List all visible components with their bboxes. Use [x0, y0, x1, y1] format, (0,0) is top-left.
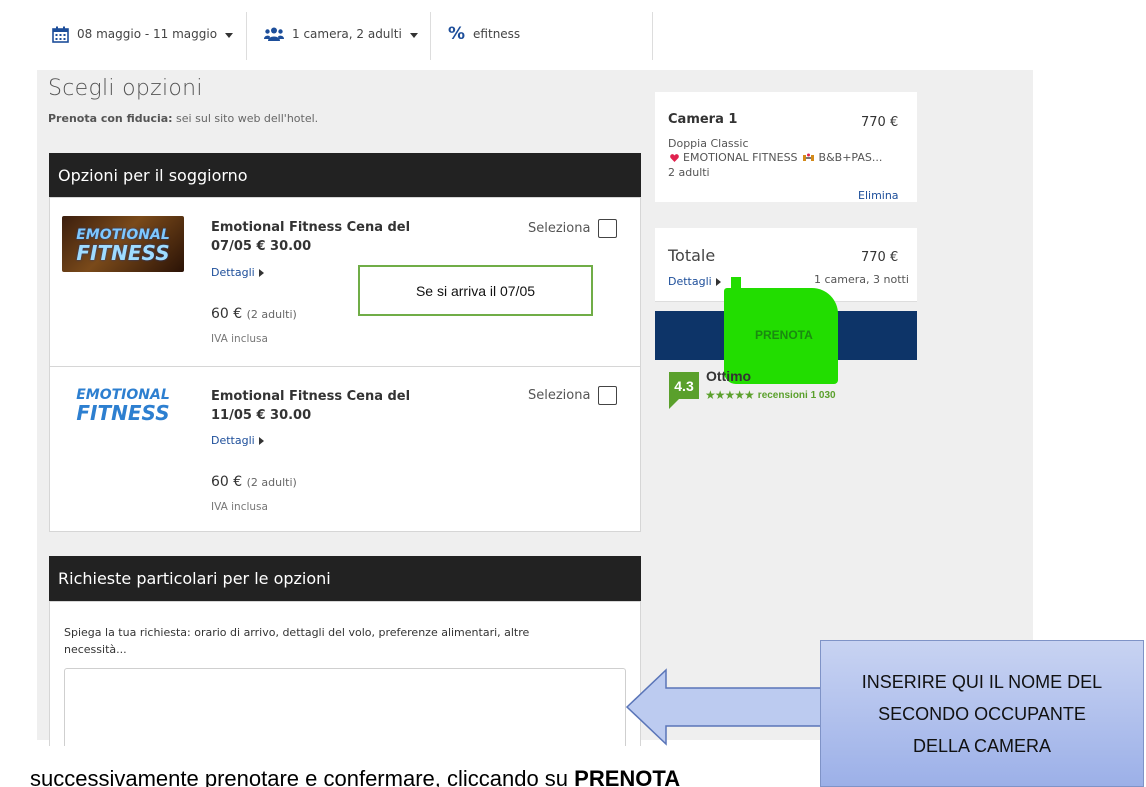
star-icon: ★★★★★ [705, 388, 755, 402]
room-price: 770 € [861, 115, 899, 130]
book-button-label[interactable]: PRENOTA [755, 328, 813, 342]
chevron-down-icon [225, 32, 234, 38]
rating-badge-tail [669, 399, 679, 409]
instruction-callout: INSERIRE QUI IL NOME DEL SECONDO OCCUPAN… [820, 640, 1144, 787]
chevron-down-icon [409, 32, 418, 38]
caret-right-icon [715, 277, 721, 286]
options-header: Opzioni per il soggiorno [49, 153, 641, 198]
option-vat: IVA inclusa [211, 333, 268, 345]
caret-right-icon [258, 436, 264, 445]
promo-code-field[interactable]: % efitness [448, 24, 520, 44]
option-title: Emotional Fitness Cena del 07/05 € 30.00 [211, 220, 411, 254]
rating-stars: ★★★★★ recensioni 1 030 [705, 388, 836, 402]
rating-badge: 4.3 [669, 372, 699, 399]
promo-code-text: efitness [473, 27, 521, 41]
select-checkbox[interactable] [598, 386, 618, 405]
emotional-fitness-logo: EMOTIONAL FITNESS [62, 382, 184, 426]
option-price: 60 € (2 adulti) [211, 474, 297, 490]
room-title: Camera 1 [668, 112, 738, 127]
option-title: Emotional Fitness Cena del 11/05 € 30.00 [211, 389, 411, 423]
divider [246, 12, 247, 60]
total-details-link[interactable]: Dettagli [668, 275, 721, 288]
room-type: Doppia Classic [668, 137, 749, 150]
left-arrow-icon [626, 668, 823, 746]
divider [652, 12, 653, 60]
annotation-box: Se si arriva il 07/05 [358, 265, 593, 316]
divider [430, 12, 431, 60]
option-price: 60 € (2 adulti) [211, 306, 297, 322]
reviews-count: recensioni 1 030 [757, 389, 836, 401]
percent-icon: % [448, 24, 466, 44]
heart-icon [670, 153, 679, 162]
emotional-fitness-logo: EMOTIONAL FITNESS [62, 216, 184, 272]
room-guests: 2 adulti [668, 166, 710, 179]
stay-summary: 1 camera, 3 notti [814, 273, 909, 286]
option-vat: IVA inclusa [211, 501, 268, 513]
total-label: Totale [668, 246, 716, 265]
select-checkbox[interactable] [598, 219, 618, 238]
users-icon [264, 27, 284, 41]
calendar-icon [52, 26, 69, 43]
requests-textarea[interactable] [64, 668, 626, 751]
guests-selector[interactable]: 1 camera, 2 adulti [264, 24, 418, 44]
option-details-link[interactable]: Dettagli [211, 266, 264, 279]
dumbbell-icon [802, 153, 815, 163]
page-subtitle: Prenota con fiducia: sei sul sito web de… [48, 112, 319, 125]
rating-word: Ottimo [706, 368, 752, 384]
guests-text: 1 camera, 2 adulti [292, 27, 402, 41]
divider [50, 366, 640, 367]
option-details-link[interactable]: Dettagli [211, 434, 264, 447]
requests-header: Richieste particolari per le opzioni [49, 556, 641, 601]
requests-description: Spiega la tua richiesta: orario di arriv… [64, 626, 530, 656]
date-range-text: 08 maggio - 11 maggio [77, 27, 218, 41]
option-select[interactable]: Seleziona [528, 386, 618, 405]
page-title: Scegli opzioni [48, 76, 203, 101]
date-selector[interactable]: 08 maggio - 11 maggio [52, 24, 234, 44]
caret-right-icon [258, 268, 264, 277]
room-rate: EMOTIONAL FITNESS B&B+PAS... [670, 151, 882, 164]
total-price: 770 € [861, 250, 899, 265]
instruction-caption: successivamente prenotare e confermare, … [30, 766, 681, 787]
highlight-mark [731, 277, 741, 293]
option-select[interactable]: Seleziona [528, 219, 618, 238]
search-toolbar: 08 maggio - 11 maggio 1 camera, 2 adulti… [0, 0, 1146, 70]
remove-room-link[interactable]: Elimina [858, 189, 899, 202]
